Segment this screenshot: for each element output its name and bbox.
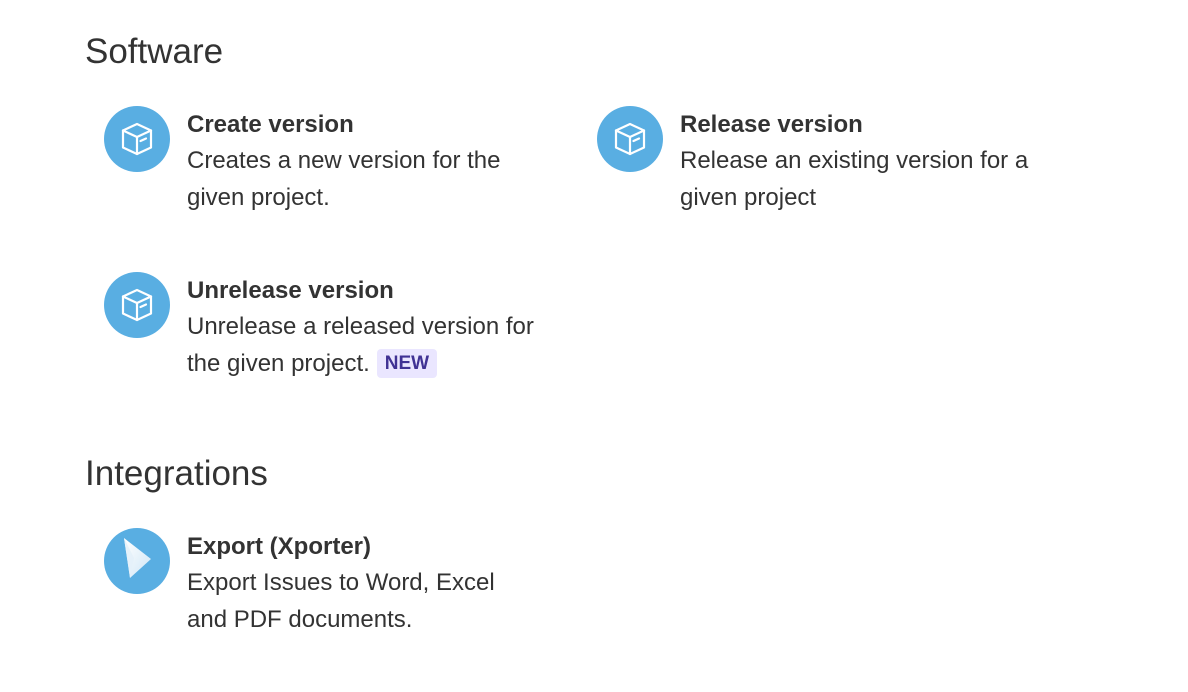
action-title: Export (Xporter) (187, 533, 372, 560)
action-description-text: the given project. (187, 350, 370, 377)
action-description-line: given project (680, 184, 817, 211)
action-create-version[interactable]: Create version Creates a new version for… (104, 106, 501, 216)
automation-actions-panel: Software Create version Creates a new ve… (0, 0, 1188, 692)
package-box-icon (597, 106, 663, 172)
action-description-line: Release an existing version for a (680, 147, 1029, 174)
action-description: Creates a new version for the given proj… (187, 142, 501, 216)
action-description: Release an existing version for a given … (680, 142, 1028, 216)
action-description: Unrelease a released version for the giv… (187, 308, 534, 382)
action-description-line: and PDF documents. (187, 606, 413, 633)
action-text: Create version Creates a new version for… (187, 106, 501, 216)
action-description-line: Creates a new version for the (187, 147, 501, 174)
section-title-integrations: Integrations (85, 454, 268, 493)
action-description-line-with-badge: the given project. NEW (187, 345, 534, 382)
action-text: Release version Release an existing vers… (680, 106, 1028, 216)
action-release-version[interactable]: Release version Release an existing vers… (597, 106, 1028, 216)
action-title: Release version (680, 111, 863, 138)
action-description-line: given project. (187, 184, 330, 211)
xporter-arrow-icon (104, 528, 170, 594)
action-description: Export Issues to Word, Excel and PDF doc… (187, 564, 495, 638)
action-export-xporter[interactable]: Export (Xporter) Export Issues to Word, … (104, 528, 495, 638)
new-badge: NEW (376, 349, 438, 378)
action-description-line: Export Issues to Word, Excel (187, 569, 495, 596)
package-box-icon (104, 272, 170, 338)
action-title: Unrelease version (187, 277, 394, 304)
action-title: Create version (187, 111, 354, 138)
action-description-line: Unrelease a released version for (187, 313, 534, 340)
action-text: Unrelease version Unrelease a released v… (187, 272, 534, 382)
action-unrelease-version[interactable]: Unrelease version Unrelease a released v… (104, 272, 534, 382)
action-text: Export (Xporter) Export Issues to Word, … (187, 528, 495, 638)
package-box-icon (104, 106, 170, 172)
section-title-software: Software (85, 32, 224, 71)
